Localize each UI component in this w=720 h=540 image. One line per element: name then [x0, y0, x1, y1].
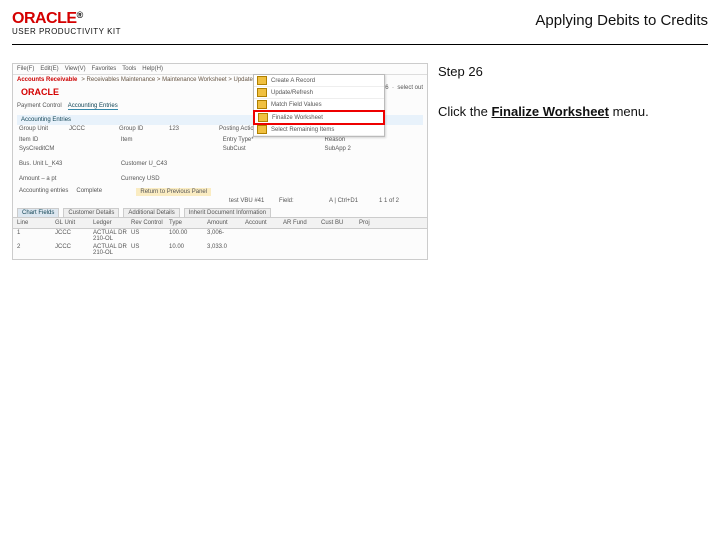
gridtab-customer[interactable]: Customer Details [63, 208, 119, 217]
tab-accounting-entries[interactable]: Accounting Entries [68, 103, 118, 110]
table-header: Line GL Unit Ledger Rev Control Type Amo… [13, 217, 427, 229]
screenshot-preview: File(F) Edit(E) View(V) Favorites Tools … [12, 63, 428, 260]
app-logo-inner: ORACLE [17, 85, 63, 99]
td: 3,006- [207, 230, 241, 242]
th: Amount [207, 220, 241, 226]
th: Line [17, 220, 51, 226]
return-link[interactable]: Return to Previous Panel [136, 188, 211, 196]
value: 123 [169, 126, 211, 132]
info: Field: [279, 198, 321, 204]
subbrand-text: USER PRODUCTIVITY KIT [12, 27, 121, 36]
td: 2 [17, 244, 51, 256]
label: Entry Type* [223, 137, 254, 143]
value: Complete [76, 188, 118, 196]
gridtab-inherit[interactable]: Inherit Document Information [184, 208, 271, 217]
status-text: select out [397, 85, 423, 91]
brand-text: ORACLE [12, 10, 77, 27]
file-icon [257, 88, 267, 97]
label: Group ID [119, 126, 161, 132]
td: 3,033.0 [207, 244, 241, 256]
td: JCCC [55, 230, 89, 242]
file-icon [257, 125, 267, 134]
td: ACTUAL DR 210-OL [93, 244, 127, 256]
menu-fav: Favorites [92, 66, 117, 72]
brand-suffix: ® [77, 10, 83, 20]
label: Accounting entries [19, 188, 68, 196]
info: 1 1 of 2 [379, 198, 421, 204]
value: SubCust [223, 146, 246, 152]
value: SysCreditCM [19, 146, 54, 152]
value: L_K43 [45, 161, 62, 167]
menu-label: Create A Record [271, 78, 315, 84]
td: US [131, 230, 165, 242]
menu-label: Select Remaining Items [271, 127, 334, 133]
value: – a pt [41, 176, 56, 182]
th: Rev Control [131, 220, 165, 226]
dropdown-menu: Create A Record Update/Refresh Match Fie… [253, 74, 385, 137]
grid-tabs: Chart Fields Customer Details Additional… [13, 205, 427, 217]
instr-bold: Finalize Worksheet [491, 104, 609, 119]
label: Currency [121, 176, 145, 182]
th: Cust BU [321, 220, 355, 226]
crumb-root: Accounts Receivable [17, 77, 77, 83]
instruction-panel: Step 26 Click the Finalize Worksheet men… [438, 63, 649, 260]
th: Ledger [93, 220, 127, 226]
oracle-logo: ORACLE® [12, 10, 121, 28]
label: Item [121, 137, 133, 143]
menu-tools: Tools [122, 66, 136, 72]
menu-edit: Edit(E) [40, 66, 58, 72]
file-icon [258, 113, 268, 122]
tab-payment-control[interactable]: Payment Control [17, 103, 62, 110]
th: Proj [359, 220, 393, 226]
value: SubApp 2 [325, 146, 351, 152]
gridtab-chartfields[interactable]: Chart Fields [17, 208, 59, 217]
menu-help: Help(H) [142, 66, 163, 72]
label: Group Unit [19, 126, 61, 132]
label: Amount [19, 176, 40, 182]
table-row: 1 JCCC ACTUAL DR 210-OL US 100.00 3,006- [13, 229, 427, 243]
label: Bus. Unit [19, 161, 43, 167]
menu-item-select[interactable]: Select Remaining Items [254, 124, 384, 136]
menu-file: File(F) [17, 66, 34, 72]
td: JCCC [55, 244, 89, 256]
info: test VBU #41 [229, 198, 271, 204]
menu-item-update[interactable]: Update/Refresh [254, 87, 384, 99]
value: U_C43 [149, 161, 168, 167]
menu-label: Update/Refresh [271, 90, 313, 96]
brand-block: ORACLE® USER PRODUCTIVITY KIT [12, 10, 121, 36]
label: Reason [325, 137, 346, 143]
file-icon [257, 100, 267, 109]
table-row: 2 JCCC ACTUAL DR 210-OL US 10.00 3,033.0 [13, 243, 427, 257]
td: ACTUAL DR 210-OL [93, 230, 127, 242]
instr-post: menu. [609, 104, 649, 119]
label: Item ID [19, 137, 38, 143]
td: 1 [17, 230, 51, 242]
menu-item-create[interactable]: Create A Record [254, 75, 384, 87]
td: 100.00 [169, 230, 203, 242]
file-icon [257, 76, 267, 85]
gridtab-additional[interactable]: Additional Details [123, 208, 179, 217]
menu-item-finalize[interactable]: Finalize Worksheet [253, 110, 385, 125]
page-title: Applying Debits to Credits [535, 12, 708, 29]
value: USD [147, 176, 160, 182]
menu-view: View(V) [65, 66, 86, 72]
th: GL Unit [55, 220, 89, 226]
instruction-text: Click the Finalize Worksheet menu. [438, 103, 649, 121]
th: Account [245, 220, 279, 226]
td: US [131, 244, 165, 256]
td: 10.00 [169, 244, 203, 256]
th: Type [169, 220, 203, 226]
label: Customer [121, 161, 147, 167]
th: AR Fund [283, 220, 317, 226]
menu-label: Match Field Values [271, 102, 322, 108]
step-label: Step 26 [438, 63, 649, 81]
instr-pre: Click the [438, 104, 491, 119]
info: A | Ctrl+D1 [329, 198, 371, 204]
menu-label: Finalize Worksheet [272, 115, 323, 121]
value: JCCC [69, 126, 111, 132]
